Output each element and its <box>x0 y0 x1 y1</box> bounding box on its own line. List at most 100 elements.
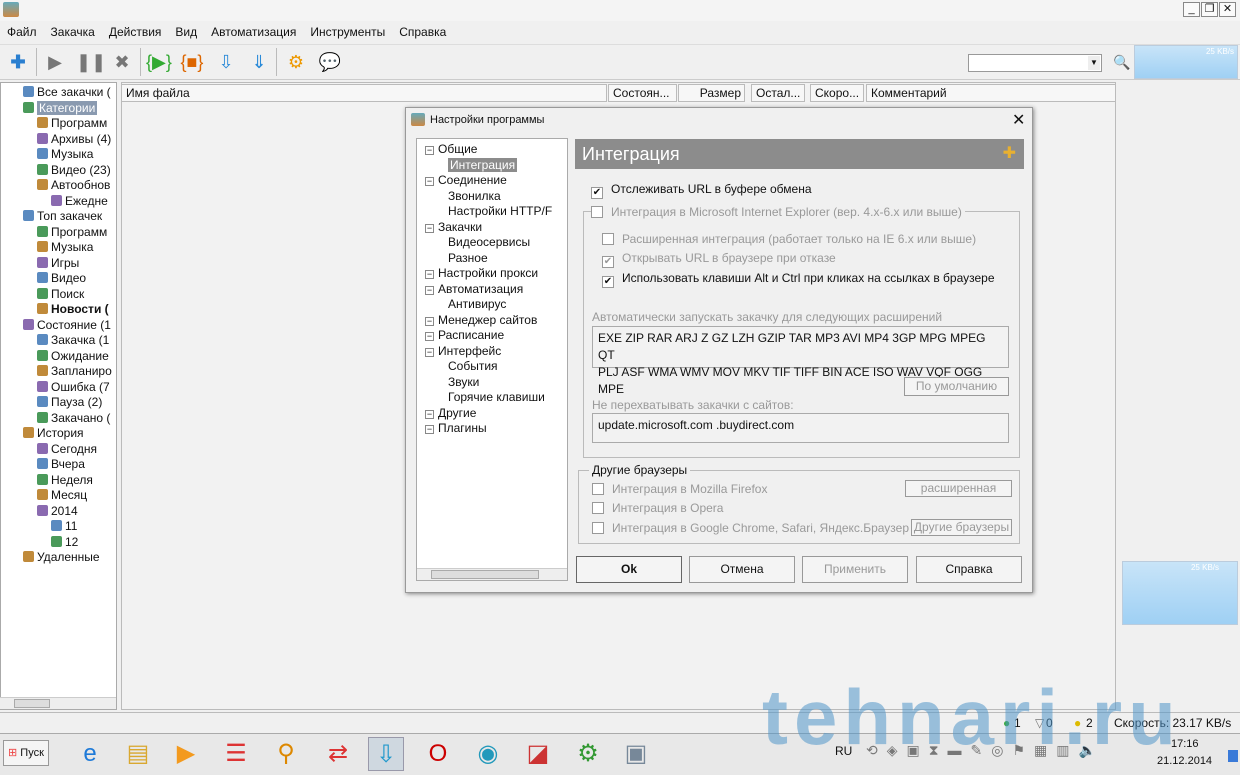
media-taskbar-icon[interactable]: ▶ <box>168 737 204 771</box>
menu-file[interactable]: Файл <box>0 22 44 42</box>
tree-item[interactable]: Топ закачек <box>23 209 102 224</box>
column-speed[interactable]: Скоро... <box>810 84 864 102</box>
globe-taskbar-icon[interactable]: ◉ <box>470 737 506 771</box>
ok-button[interactable]: Ok <box>576 556 682 583</box>
restore-button[interactable]: ❐ <box>1201 2 1218 17</box>
settings-tree-item[interactable]: − Автоматизация <box>425 282 523 297</box>
expand-icon[interactable]: − <box>425 409 434 419</box>
tree-item[interactable]: Видео (23) <box>37 163 111 178</box>
tree-item[interactable]: Месяц <box>37 488 87 503</box>
expand-icon[interactable]: − <box>425 270 434 279</box>
settings-tree-item[interactable]: − Другие <box>425 406 476 421</box>
settings-tree-item[interactable]: События <box>448 359 498 374</box>
expand-icon[interactable]: − <box>425 316 434 326</box>
tree-item[interactable]: 2014 <box>37 504 78 519</box>
tree-item[interactable]: Новости ( <box>37 302 109 317</box>
tree-item[interactable]: Игры <box>37 256 79 271</box>
settings-tree-item[interactable]: − Менеджер сайтов <box>425 313 537 328</box>
tree-item[interactable]: Музыка <box>37 147 93 162</box>
expand-icon[interactable]: − <box>425 347 434 357</box>
menu-tools[interactable]: Инструменты <box>303 22 392 42</box>
ie-alt-ctrl-checkbox[interactable]: ✔ Использовать клавиши Alt и Ctrl при кли… <box>602 271 995 288</box>
settings-tree-item[interactable]: − Соединение <box>425 173 507 188</box>
pause-icon[interactable]: ❚❚ <box>76 50 106 74</box>
column-remaining[interactable]: Остал... <box>751 84 805 102</box>
tree-item[interactable]: Видео <box>37 271 86 286</box>
move-bottom-icon[interactable]: ⇓ <box>247 50 271 74</box>
menu-automation[interactable]: Автоматизация <box>204 22 303 42</box>
monitor-clipboard-checkbox[interactable]: ✔ Отслеживать URL в буфере обмена <box>591 182 812 199</box>
menu-view[interactable]: Вид <box>168 22 204 42</box>
computer-taskbar-icon[interactable]: ▣ <box>618 737 654 771</box>
firefox-checkbox[interactable]: Интеграция в Mozilla Firefox <box>592 482 767 496</box>
extensions-textarea[interactable]: EXE ZIP RAR ARJ Z GZ LZH GZIP TAR MP3 AV… <box>592 326 1009 396</box>
transfer-taskbar-icon[interactable]: ⇄ <box>320 737 356 771</box>
settings-tree-item[interactable]: − Интерфейс <box>425 344 501 359</box>
opera-taskbar-icon[interactable]: O <box>420 737 456 771</box>
settings-icon[interactable]: ⚙ <box>284 50 308 74</box>
column-comment[interactable]: Комментарий <box>866 84 1116 102</box>
delete-icon[interactable]: ✖ <box>110 50 134 74</box>
settings-tree-item[interactable]: Горячие клавиши <box>448 390 545 405</box>
expand-icon[interactable]: − <box>425 177 434 186</box>
tree-item[interactable]: 11 <box>51 519 77 534</box>
tree-item[interactable]: Архивы (4) <box>37 132 111 147</box>
column-status[interactable]: Состоян... <box>608 84 677 102</box>
tree-item[interactable]: 12 <box>51 535 78 550</box>
tree-item[interactable]: Состояние (1 <box>23 318 111 333</box>
start-button[interactable]: ⊞ Пуск <box>3 740 49 766</box>
ie-taskbar-icon[interactable]: e <box>72 737 108 771</box>
close-button[interactable]: ✕ <box>1219 2 1236 17</box>
start-icon[interactable]: ▶ <box>43 50 67 74</box>
tree-scrollbar[interactable] <box>0 697 116 709</box>
tree-item[interactable]: Сегодня <box>37 442 97 457</box>
tree-item[interactable]: Категории <box>23 100 98 116</box>
tree-item[interactable]: Все закачки ( <box>23 85 111 100</box>
expand-icon[interactable]: − <box>425 223 434 233</box>
column-filename[interactable]: Имя файла <box>121 84 607 102</box>
tree-item[interactable]: История <box>23 426 84 441</box>
tree-item[interactable]: Закачка (1 <box>37 333 109 348</box>
default-button[interactable]: По умолчанию <box>904 377 1009 396</box>
menu-download[interactable]: Закачка <box>44 22 102 42</box>
ie-integration-checkbox[interactable]: Интеграция в Microsoft Internet Explorer… <box>591 205 965 219</box>
tree-item[interactable]: Программ <box>37 116 107 131</box>
tree-item[interactable]: Вчера <box>37 457 85 472</box>
tree-item[interactable]: Неделя <box>37 473 93 488</box>
dialog-close-icon[interactable]: ✕ <box>1012 110 1025 130</box>
tree-item[interactable]: Автообнов <box>37 178 110 193</box>
settings-tree-item[interactable]: Видеосервисы <box>448 235 530 250</box>
settings-tree-item[interactable]: Настройки HTTP/F <box>448 204 552 219</box>
move-down-icon[interactable]: ⇩ <box>214 50 238 74</box>
tree-item[interactable]: Пауза (2) <box>37 395 102 410</box>
chevron-down-icon[interactable]: ▼ <box>1088 56 1100 70</box>
tree-item[interactable]: Программ <box>37 225 107 240</box>
settings-tree-item[interactable]: − Закачки <box>425 220 482 235</box>
cancel-button[interactable]: Отмена <box>689 556 795 583</box>
expand-icon[interactable]: − <box>425 332 434 341</box>
settings-tree-item[interactable]: − Плагины <box>425 421 487 436</box>
start-all-icon[interactable]: {▶} <box>146 50 172 74</box>
chrome-checkbox[interactable]: Интеграция в Google Chrome, Safari, Янде… <box>592 521 909 535</box>
expand-icon[interactable]: − <box>425 146 434 155</box>
tree-item[interactable]: Ожидание <box>37 349 109 364</box>
expand-icon[interactable]: − <box>425 285 434 295</box>
download-master-taskbar-icon[interactable]: ⇩ <box>368 737 404 771</box>
menu-actions[interactable]: Действия <box>102 22 169 42</box>
settings-tree-item[interactable]: Интеграция <box>448 157 518 173</box>
apply-button[interactable]: Применить <box>802 556 908 583</box>
search-icon[interactable]: 🔍 <box>1113 54 1130 71</box>
settings-tree-item[interactable]: Звуки <box>448 375 479 390</box>
menu-help[interactable]: Справка <box>392 22 453 42</box>
settings-tree-item[interactable]: − Общие <box>425 142 477 157</box>
network-taskbar-icon[interactable]: ⚙ <box>570 737 606 771</box>
help-button[interactable]: Справка <box>916 556 1022 583</box>
settings-tree-item[interactable]: Антивирус <box>448 297 506 312</box>
stop-all-icon[interactable]: {■} <box>180 50 204 74</box>
scrollbar-thumb[interactable] <box>431 570 539 579</box>
firefox-extended-button[interactable]: расширенная <box>905 480 1012 497</box>
add-download-icon[interactable]: ✚ <box>6 50 30 74</box>
expand-icon[interactable]: − <box>425 425 434 434</box>
scrollbar-thumb[interactable] <box>14 699 50 708</box>
chat-icon[interactable]: 💬 <box>318 50 342 74</box>
